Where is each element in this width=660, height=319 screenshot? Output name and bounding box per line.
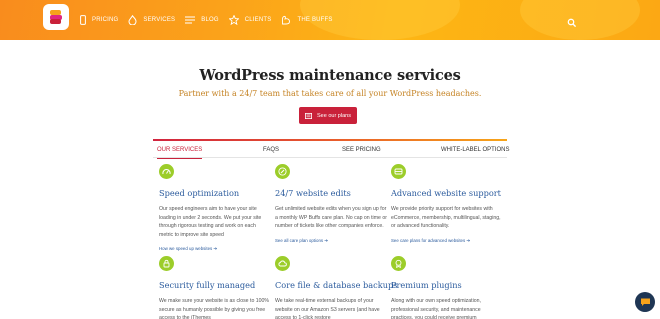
nav-label: CLIENTS (244, 17, 272, 23)
cloud-backup-icon (275, 256, 290, 271)
chat-bubble-icon (640, 298, 650, 306)
site-header: PRICING SERVICES BLOG CLIENTS THE BUFFS (0, 0, 660, 40)
service-title: Security fully managed (159, 280, 256, 290)
edit-pencil-icon (275, 164, 290, 179)
service-description: Our speed engineers aim to have your sit… (159, 206, 262, 238)
service-description: Along with our own speed optimization, p… (391, 298, 481, 319)
service-link[interactable]: See all care plan options ➔ (275, 238, 387, 244)
see-our-plans-button[interactable]: See our plans (299, 107, 357, 124)
cta-label: See our plans (317, 112, 351, 119)
nav-item-clients[interactable]: CLIENTS (228, 15, 272, 25)
service-title: Premium plugins (391, 280, 462, 290)
fire-icon (128, 15, 137, 25)
service-link[interactable]: How we speed up websites ➔ (159, 246, 271, 252)
nav-label: SERVICES (143, 17, 176, 23)
nav-item-the-buffs[interactable]: THE BUFFS (281, 15, 332, 25)
flex-arm-icon (281, 15, 291, 25)
service-card-advanced: Advanced website support We provide prio… (391, 164, 503, 244)
service-description: Get unlimited website edits when you sig… (275, 206, 387, 230)
service-title: Advanced website support (391, 188, 501, 198)
service-card-speed: Speed optimization Our speed engineers a… (159, 164, 271, 252)
layers-icon (391, 164, 406, 179)
menu-lines-icon (185, 16, 196, 24)
section-tabs: OUR SERVICES FAQS SEE PRICING WHITE-LABE… (153, 141, 509, 159)
service-link[interactable]: See care plans for advanced websites ➔ (391, 238, 503, 244)
nav-item-services[interactable]: SERVICES (128, 15, 175, 25)
service-description: We make sure your website is as close to… (159, 298, 270, 319)
header-decoration (520, 0, 640, 40)
service-title: Speed optimization (159, 188, 240, 198)
search-icon (567, 18, 577, 28)
chat-widget-button[interactable] (635, 292, 655, 312)
service-title: 24/7 website edits (275, 188, 351, 198)
service-description: We provide priority support for websites… (391, 206, 501, 230)
list-icon (305, 112, 313, 119)
nav-label: THE BUFFS (297, 17, 333, 23)
tab-see-pricing[interactable]: SEE PRICING (342, 147, 381, 153)
service-card-plugins: Premium plugins Along with our own speed… (391, 256, 503, 319)
service-title: Core file & database backups (275, 280, 398, 290)
logo-icon (50, 10, 62, 24)
phone-icon (80, 15, 86, 25)
service-description: We take real-time external backups of yo… (275, 298, 380, 319)
nav-label: PRICING (92, 17, 119, 23)
site-logo[interactable] (43, 4, 69, 30)
tab-our-services[interactable]: OUR SERVICES (157, 147, 203, 159)
tab-faqs[interactable]: FAQS (263, 147, 279, 153)
tab-white-label-options[interactable]: WHITE-LABEL OPTIONS (441, 147, 509, 153)
lock-icon (159, 256, 174, 271)
star-icon (228, 15, 239, 25)
page-subtitle: Partner with a 24/7 team that takes care… (178, 89, 482, 98)
service-card-backups: Core file & database backups We take rea… (275, 256, 398, 319)
page-title: WordPress maintenance services (199, 67, 461, 84)
search-button[interactable] (567, 15, 577, 28)
nav-item-pricing[interactable]: PRICING (80, 15, 118, 25)
nav-label: BLOG (201, 17, 219, 23)
service-card-edits: 24/7 website edits Get unlimited website… (275, 164, 387, 244)
main-nav: PRICING SERVICES BLOG CLIENTS THE BUFFS (80, 0, 343, 40)
service-card-security: Security fully managed We make sure your… (159, 256, 271, 319)
badge-icon (391, 256, 406, 271)
nav-item-blog[interactable]: BLOG (185, 16, 219, 24)
speedometer-icon (159, 164, 174, 179)
